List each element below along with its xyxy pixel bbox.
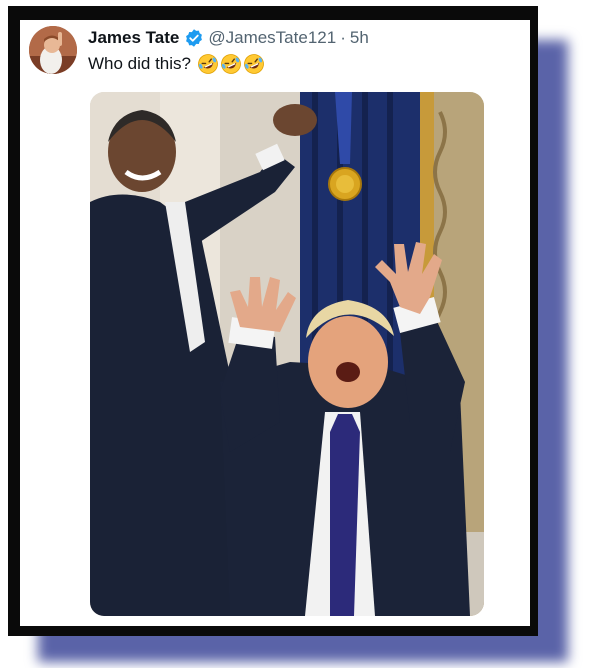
separator-dot: · xyxy=(340,28,346,47)
avatar[interactable] xyxy=(29,26,77,74)
rofl-emoji-icon xyxy=(243,53,265,75)
tweet-header: James Tate @JamesTate121 · 5h xyxy=(88,26,369,50)
tweet-photo[interactable] xyxy=(90,92,484,616)
user-handle[interactable]: @JamesTate121 xyxy=(208,28,336,48)
display-name[interactable]: James Tate xyxy=(88,28,179,48)
verified-badge-icon xyxy=(184,28,204,48)
timestamp[interactable]: 5h xyxy=(350,28,369,48)
tweet-text-row: Who did this? xyxy=(88,52,265,76)
rofl-emoji-icon xyxy=(197,53,219,75)
rofl-emoji-icon xyxy=(220,53,242,75)
emoji-group xyxy=(197,53,265,75)
tweet-text: Who did this? xyxy=(88,54,191,73)
tweet-card[interactable]: James Tate @JamesTate121 · 5h Who did th… xyxy=(20,20,530,626)
